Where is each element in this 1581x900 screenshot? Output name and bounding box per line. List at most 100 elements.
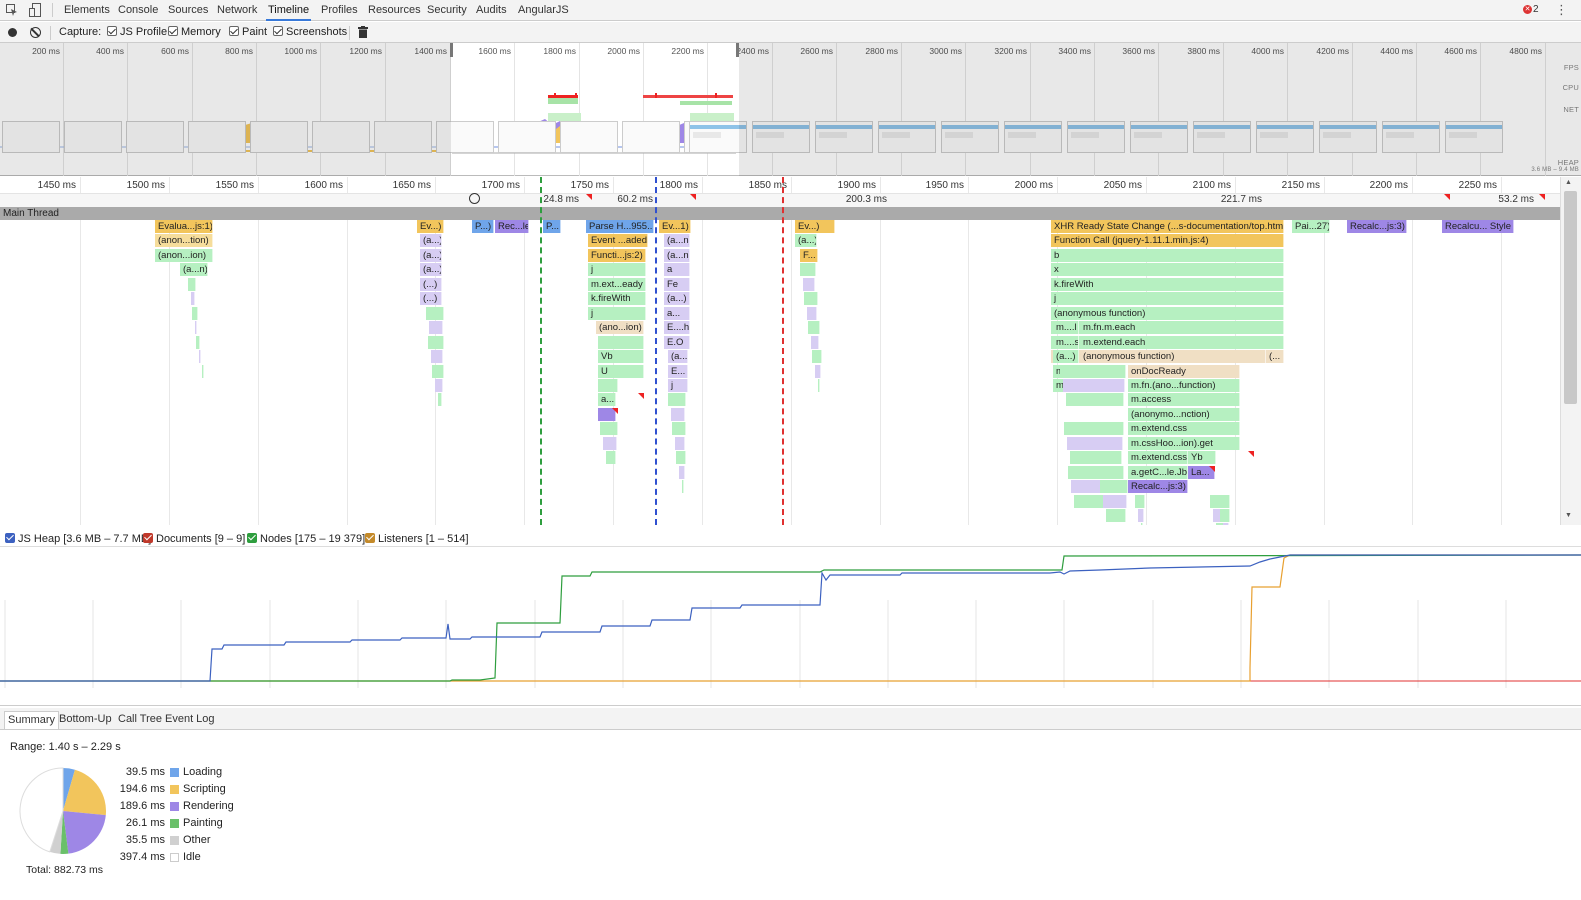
js-profile-checkbox[interactable]: JS Profile: [107, 26, 167, 38]
frame-duration[interactable]: 60.2 ms: [617, 194, 656, 205]
tab-console[interactable]: Console: [116, 0, 160, 21]
trash-icon[interactable]: [358, 26, 368, 38]
flame-event[interactable]: (a...): [664, 292, 690, 306]
long-task-warning-icon[interactable]: [612, 407, 618, 414]
flame-event[interactable]: Ev...): [795, 220, 835, 233]
flame-event[interactable]: P...): [472, 220, 494, 233]
flame-event[interactable]: (a...): [420, 263, 442, 277]
tab-timeline[interactable]: Timeline: [266, 0, 312, 21]
screenshot-thumbnail[interactable]: [622, 121, 680, 153]
flame-event[interactable]: [192, 306, 198, 320]
memory-counter-graph[interactable]: [0, 548, 1581, 706]
flame-event[interactable]: (...): [420, 292, 442, 306]
flame-event[interactable]: m....s: [1053, 335, 1079, 349]
flame-event[interactable]: Event ...aded): [588, 234, 648, 248]
flame-event[interactable]: [1138, 509, 1144, 522]
jank-warning-icon[interactable]: [1539, 194, 1545, 200]
flame-event[interactable]: [671, 407, 685, 421]
flame-event[interactable]: E.O: [664, 335, 690, 349]
flame-event[interactable]: m.ext...eady: [588, 277, 646, 291]
flame-event[interactable]: E....h: [664, 321, 690, 335]
tab-call-tree[interactable]: Call Tree: [115, 711, 165, 729]
screenshot-thumbnail[interactable]: [498, 121, 556, 153]
flame-event[interactable]: a.getC...le.Jb: [1128, 465, 1188, 479]
main-thread-header[interactable]: Main Thread: [0, 207, 1560, 220]
flame-event[interactable]: [426, 306, 444, 320]
overview-left-handle[interactable]: [450, 43, 453, 57]
flame-event[interactable]: x: [1051, 263, 1284, 277]
flame-event[interactable]: j: [588, 263, 646, 277]
flame-event[interactable]: (anonymo...nction): [1128, 407, 1240, 421]
more-menu-icon[interactable]: ⋮: [1555, 2, 1568, 18]
flame-event[interactable]: [1135, 494, 1145, 508]
flame-event[interactable]: j: [588, 306, 646, 320]
flame-event[interactable]: (a...): [795, 234, 817, 248]
jank-warning-icon[interactable]: [690, 194, 696, 200]
frame-duration[interactable]: 200.3 ms: [846, 194, 890, 205]
flame-event[interactable]: [429, 321, 443, 335]
overview-right-handle[interactable]: [736, 43, 739, 57]
flame-event[interactable]: [1106, 509, 1126, 522]
flame-event[interactable]: [1067, 436, 1123, 450]
flame-event[interactable]: [188, 277, 196, 291]
screenshots-checkbox[interactable]: Screenshots: [273, 26, 347, 38]
flame-event[interactable]: XHR Ready State Change (...s-documentati…: [1051, 220, 1284, 233]
long-task-warning-icon[interactable]: [1248, 451, 1254, 458]
frame-duration[interactable]: 53.2 ms: [1498, 194, 1537, 205]
tab-security[interactable]: Security: [425, 0, 469, 21]
inspect-element-icon[interactable]: [6, 4, 18, 16]
flame-event[interactable]: Recalc...js:3): [1128, 480, 1188, 494]
scroll-thumb[interactable]: [1564, 191, 1577, 404]
flame-event[interactable]: Recalc...js:3): [1347, 220, 1407, 233]
flame-event[interactable]: [432, 364, 444, 378]
flame-event[interactable]: (...: [1266, 350, 1284, 364]
timeline-overview[interactable]: 200 ms 400 ms 600 ms 800 ms 1000 ms 1200 ms 14…: [0, 43, 1581, 176]
flame-event[interactable]: m.extend.css: [1128, 451, 1188, 465]
flame-event[interactable]: (...): [420, 277, 442, 291]
flame-event[interactable]: [818, 378, 820, 392]
flame-event[interactable]: [1064, 422, 1124, 436]
flame-event[interactable]: k.fireWith: [1051, 277, 1284, 291]
flame-event[interactable]: [812, 350, 822, 364]
tab-angularjs[interactable]: AngularJS: [516, 0, 571, 21]
js-heap-counter[interactable]: JS Heap [3.6 MB – 7.7 MB]: [5, 533, 151, 545]
flame-event[interactable]: E...: [668, 364, 688, 378]
flame-event[interactable]: a...: [664, 306, 690, 320]
documents-counter[interactable]: Documents [9 – 9]: [143, 533, 245, 545]
tab-audits[interactable]: Audits: [474, 0, 509, 21]
flame-event[interactable]: [807, 306, 817, 320]
frame-duration[interactable]: 221.7 ms: [1221, 194, 1265, 205]
flame-event[interactable]: P...: [543, 220, 561, 233]
flame-event[interactable]: Function Call (jquery-1.11.1.min.js:4): [1051, 234, 1284, 248]
flame-event[interactable]: a: [664, 263, 690, 277]
screenshot-thumbnail[interactable]: [560, 121, 618, 153]
flame-event[interactable]: m.fn.m.each: [1080, 321, 1284, 335]
flame-event[interactable]: Ev...1): [659, 220, 691, 233]
flame-event[interactable]: m....l: [1053, 321, 1079, 335]
flame-event[interactable]: [1063, 378, 1125, 392]
flame-event[interactable]: [438, 393, 442, 407]
jank-warning-icon[interactable]: [586, 194, 592, 200]
flame-event[interactable]: m.extend.css: [1128, 422, 1240, 436]
flame-event[interactable]: m.fn.(ano...function): [1128, 378, 1240, 392]
flame-event[interactable]: onDocReady: [1128, 364, 1240, 378]
flame-event[interactable]: F...: [800, 248, 818, 262]
flame-event[interactable]: Vb: [598, 350, 644, 364]
flame-event[interactable]: [1066, 393, 1124, 407]
flame-event[interactable]: Yb: [1188, 451, 1216, 465]
listeners-counter[interactable]: Listeners [1 – 514]: [365, 533, 469, 545]
flame-event[interactable]: (a...): [1053, 350, 1079, 364]
flame-event[interactable]: [1070, 451, 1122, 465]
flame-event[interactable]: [679, 465, 685, 479]
tab-profiles[interactable]: Profiles: [319, 0, 360, 21]
flame-event[interactable]: [808, 321, 820, 335]
flame-event[interactable]: [1210, 494, 1230, 508]
tab-event-log[interactable]: Event Log: [162, 711, 218, 729]
flame-event[interactable]: [800, 263, 816, 277]
tab-elements[interactable]: Elements: [62, 0, 112, 21]
flame-event[interactable]: Fe: [664, 277, 690, 291]
flame-event[interactable]: b: [1051, 248, 1284, 262]
flame-event[interactable]: [675, 436, 685, 450]
flame-event[interactable]: [191, 292, 195, 306]
flame-event[interactable]: j: [668, 378, 688, 392]
